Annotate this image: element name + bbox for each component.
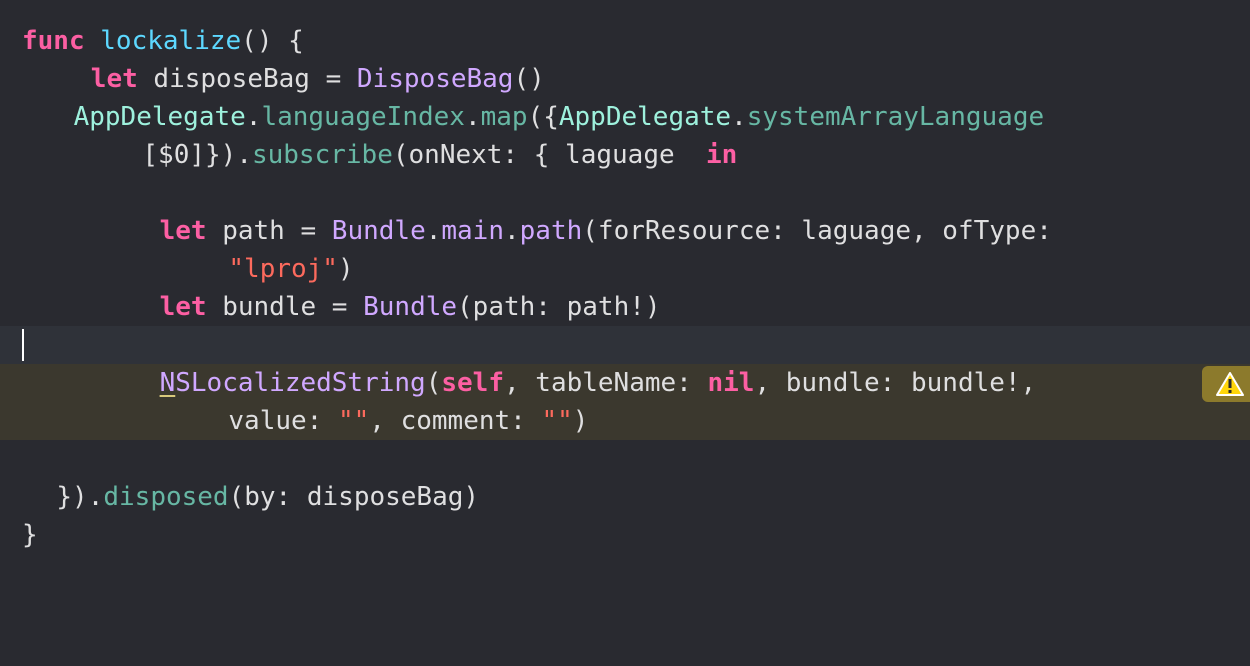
code-token: main [441,216,504,246]
warning-triangle-icon [1216,372,1244,396]
code-token: . [464,102,481,132]
code-token: lockalize [100,26,242,56]
code-token: SLocalizedString [175,368,426,398]
code-token: "lproj" [228,254,338,284]
code-token: value: [228,406,338,436]
code-token: . [731,102,747,132]
code-token: in [705,140,738,170]
code-token: . [236,140,252,170]
code-line[interactable] [0,440,1250,478]
code-token: AppDelegate [73,102,246,132]
code-token: (forResource: laguage, ofType: [582,216,1052,246]
code-line[interactable]: } [0,516,1250,554]
code-line[interactable]: let bundle = Bundle(path: path!) [0,288,1250,326]
code-token: self [441,368,504,398]
code-token: disposeBag = [137,64,357,94]
code-token: subscribe [251,140,393,170]
code-token: . [87,482,104,512]
code-token: . [425,216,442,246]
code-token: } [22,520,38,550]
code-token: let [159,292,207,322]
code-token: . [504,216,520,246]
code-token: () { [241,26,304,56]
code-token: nil [707,368,755,398]
code-line[interactable]: }).disposed(by: disposeBag) [0,478,1250,516]
code-editor[interactable]: func lockalize() {let disposeBag = Dispo… [0,0,1250,666]
code-token: Bundle [363,292,458,322]
code-line[interactable]: "lproj") [0,250,1250,288]
code-token: . [245,102,262,132]
code-token: [$0]}) [142,140,237,170]
code-token: , bundle: bundle!, [754,368,1037,398]
code-token: disposed [103,482,229,512]
code-token: AppDelegate [558,102,732,132]
code-line[interactable]: [$0]}).subscribe(onNext: { laguage in [0,136,1250,174]
code-token: path = [206,216,332,246]
code-line[interactable] [0,326,1250,364]
code-token: ( [425,368,442,398]
code-token: ) [337,254,354,284]
code-token: (onNext: { laguage [392,140,706,170]
code-token: bundle = [206,292,364,322]
code-line[interactable]: NSLocalizedString(self, tableName: nil, … [0,364,1250,402]
code-token: languageIndex [261,102,465,132]
code-token: (path: path!) [457,292,661,322]
code-token: ({ [527,102,559,132]
code-token: systemArrayLanguage [746,102,1045,132]
code-token: DisposeBag [356,64,514,94]
code-token: ) [572,406,589,436]
warning-badge[interactable] [1202,366,1250,402]
code-token: "" [541,406,573,436]
code-line[interactable] [0,174,1250,212]
code-line[interactable]: AppDelegate.languageIndex.map({AppDelega… [0,98,1250,136]
code-token: Bundle [331,216,426,246]
code-token: (by: disposeBag) [228,482,480,512]
code-line[interactable]: let disposeBag = DisposeBag() [0,60,1250,98]
code-line[interactable]: value: "", comment: "") [0,402,1250,440]
code-token: , comment: [369,406,542,436]
code-token: N [159,368,176,398]
code-token: }) [56,482,88,512]
code-token: let [90,64,138,94]
code-token: () [513,64,545,94]
code-token: path [519,216,583,246]
code-token: "" [337,406,370,436]
code-token: func [22,26,85,56]
code-line[interactable]: func lockalize() { [0,22,1250,60]
code-token: let [159,216,207,246]
code-token: map [480,102,528,132]
code-token: , tableName: [503,368,708,398]
code-line[interactable]: let path = Bundle.main.path(forResource:… [0,212,1250,250]
